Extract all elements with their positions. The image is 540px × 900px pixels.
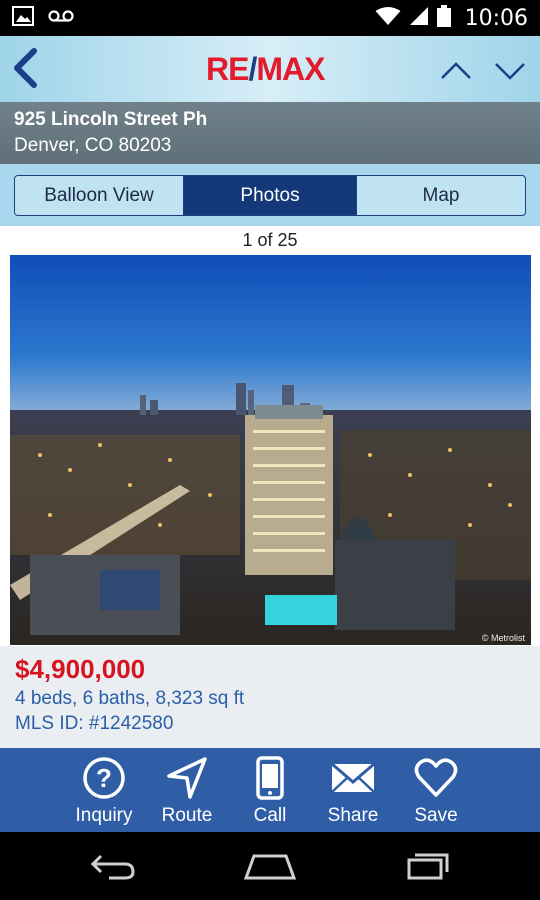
- inquiry-button[interactable]: ? Inquiry: [63, 748, 146, 832]
- signal-icon: [409, 6, 429, 31]
- question-circle-icon: ?: [82, 756, 126, 800]
- listing-details: $4,900,000 4 beds, 6 baths, 8,323 sq ft …: [0, 646, 540, 748]
- navigation-arrow-icon: [165, 756, 209, 800]
- home-icon: [242, 850, 298, 885]
- back-chevron-icon: [12, 47, 38, 93]
- photo-counter: 1 of 25: [242, 230, 298, 250]
- previous-listing-button[interactable]: [436, 56, 476, 86]
- back-arrow-icon: [87, 850, 137, 885]
- remax-logo: RE/MAX: [206, 51, 325, 87]
- listing-photo[interactable]: © Metrolist: [10, 255, 531, 645]
- share-button[interactable]: Share: [312, 748, 395, 832]
- envelope-icon: [331, 756, 375, 800]
- system-recents-button[interactable]: [398, 850, 458, 884]
- system-home-button[interactable]: [240, 850, 300, 884]
- save-button[interactable]: Save: [395, 748, 478, 832]
- call-button[interactable]: Call: [229, 748, 312, 832]
- tab-map[interactable]: Map: [357, 176, 525, 215]
- image-icon: [12, 5, 34, 31]
- back-button[interactable]: [8, 47, 42, 93]
- system-back-button[interactable]: [82, 850, 142, 884]
- app-header: RE/MAX: [0, 36, 540, 102]
- listing-mls-id: MLS ID: #1242580: [15, 713, 174, 734]
- chevron-down-icon: [490, 63, 530, 90]
- wifi-icon: [375, 6, 401, 31]
- tab-photos[interactable]: Photos: [184, 176, 357, 215]
- next-listing-button[interactable]: [490, 56, 530, 86]
- listing-price: $4,900,000: [15, 654, 146, 684]
- view-tabs-bar: Balloon View Photos Map: [0, 164, 540, 226]
- heart-icon: [414, 756, 458, 800]
- listing-specs: 4 beds, 6 baths, 8,323 sq ft: [15, 688, 245, 709]
- route-button[interactable]: Route: [146, 748, 229, 832]
- system-navigation-bar: [0, 832, 540, 900]
- action-bar: ? Inquiry Route Call Share Save: [0, 748, 540, 832]
- save-label: Save: [414, 805, 458, 826]
- recents-icon: [403, 850, 453, 885]
- svg-text:?: ?: [96, 763, 112, 793]
- status-time: 10:06: [464, 5, 528, 31]
- inquiry-label: Inquiry: [75, 805, 133, 826]
- status-bar: 10:06: [0, 0, 540, 36]
- address-street: 925 Lincoln Street Ph: [14, 109, 208, 130]
- screen: 10:06 RE/MAX 925 Lincoln Street Ph Denve…: [0, 0, 540, 900]
- photo-credit: © Metrolist: [482, 633, 526, 643]
- address-bar: 925 Lincoln Street Ph Denver, CO 80203: [0, 102, 540, 164]
- tab-balloon-view[interactable]: Balloon View: [15, 176, 184, 215]
- chevron-up-icon: [436, 62, 476, 90]
- address-city: Denver, CO 80203: [14, 135, 172, 156]
- share-label: Share: [327, 805, 379, 826]
- route-label: Route: [161, 805, 213, 826]
- voicemail-icon: [48, 9, 74, 28]
- battery-icon: [436, 4, 451, 32]
- call-label: Call: [253, 805, 287, 826]
- phone-icon: [248, 756, 292, 800]
- view-tabs: Balloon View Photos Map: [14, 175, 526, 216]
